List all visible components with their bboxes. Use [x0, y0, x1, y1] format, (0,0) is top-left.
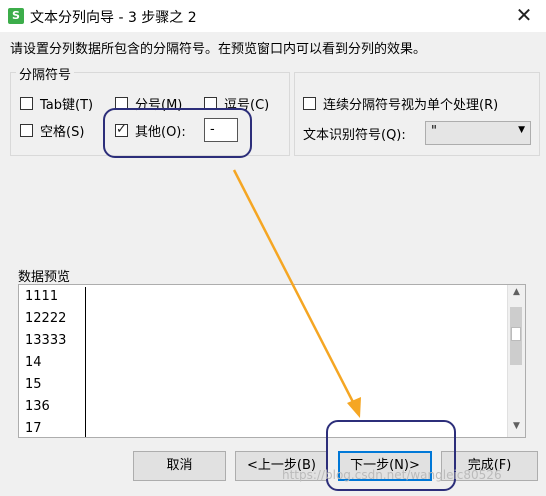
annotation-arrow — [232, 169, 361, 418]
text-to-columns-dialog: S 文本分列向导 - 3 步骤之 2 ✕ 请设置分列数据所包含的分隔符号。在预览… — [0, 0, 546, 496]
watermark: https://blog.csdn.net/wangleic80526 — [282, 468, 502, 482]
